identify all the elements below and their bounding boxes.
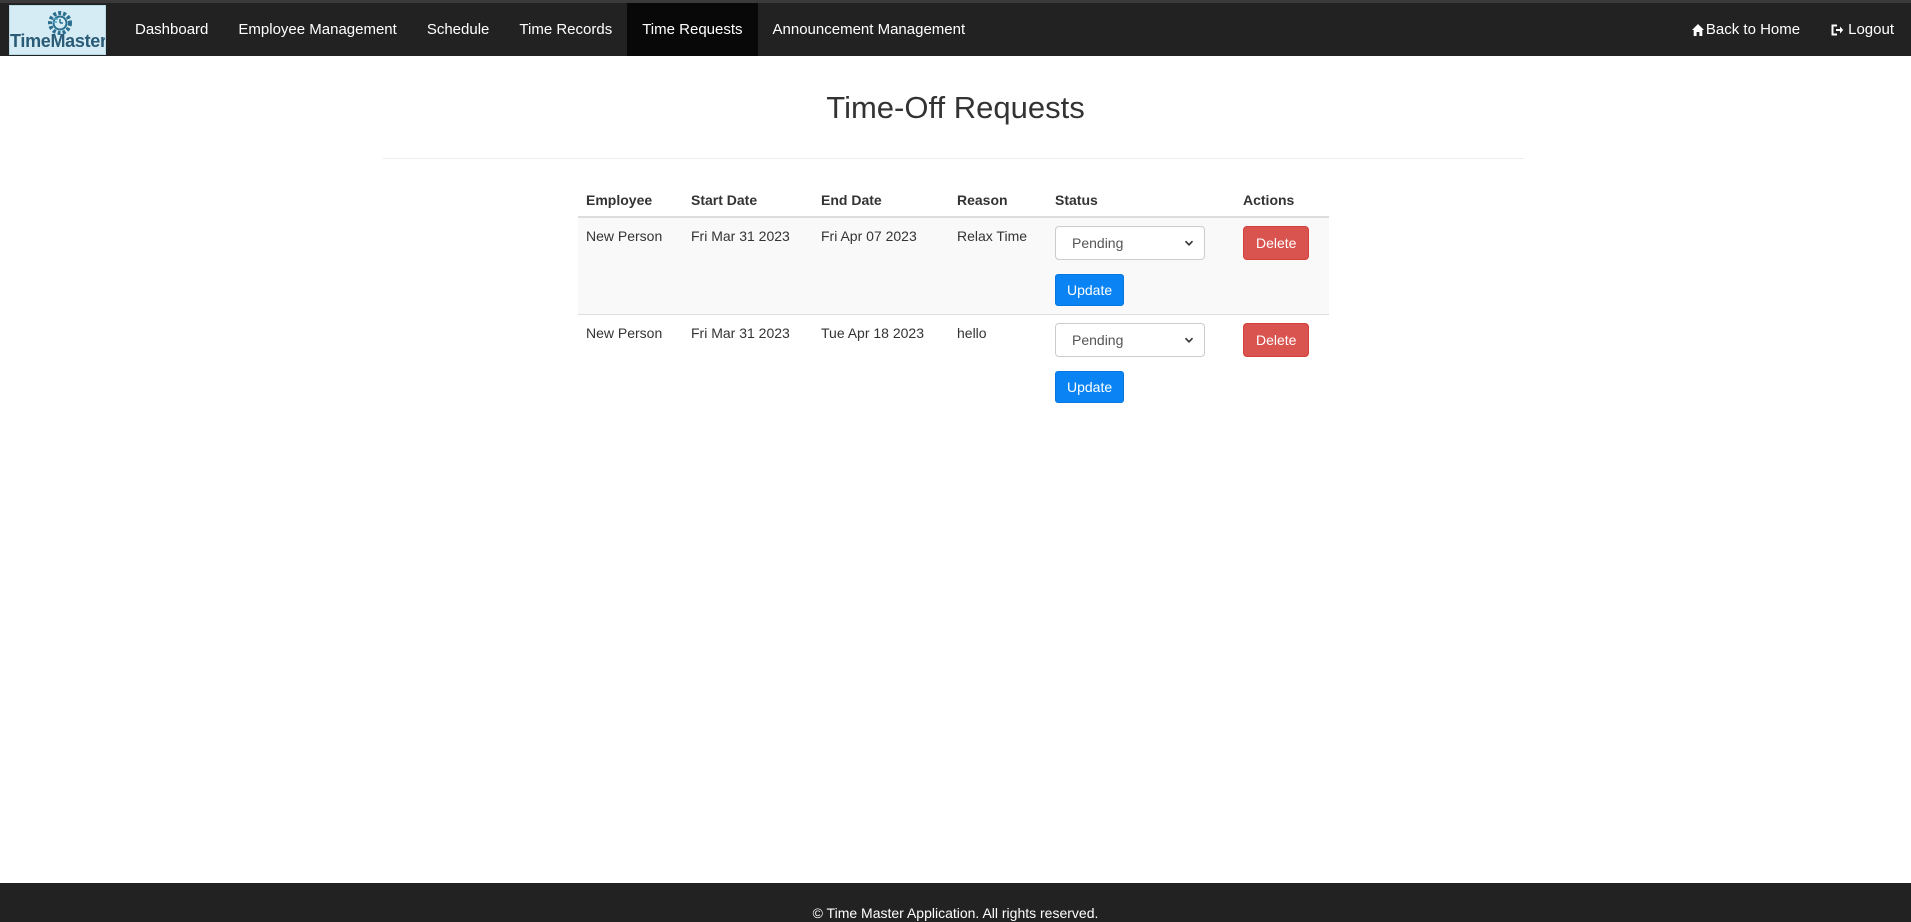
logout-label: Logout <box>1848 21 1894 38</box>
cell-reason: Relax Time <box>949 216 1047 315</box>
nav-time-records[interactable]: Time Records <box>504 3 627 56</box>
header-divider <box>383 158 1524 159</box>
top-navbar: TimeMaster Dashboard Employee Management… <box>0 0 1911 56</box>
cell-employee: New Person <box>578 314 683 411</box>
cell-actions: Delete <box>1235 216 1329 315</box>
status-select-value: Pending <box>1072 332 1124 348</box>
page-header: Time-Off Requests <box>0 90 1911 126</box>
column-header-reason: Reason <box>949 180 1047 218</box>
column-header-actions: Actions <box>1235 180 1329 218</box>
column-header-end-date: End Date <box>813 180 949 218</box>
footer: © Time Master Application. All rights re… <box>0 883 1911 922</box>
back-to-home-link[interactable]: Back to Home <box>1676 3 1815 56</box>
cell-end-date: Tue Apr 18 2023 <box>813 314 949 411</box>
status-select-value: Pending <box>1072 235 1124 251</box>
logout-link[interactable]: Logout <box>1815 3 1909 56</box>
nav-schedule[interactable]: Schedule <box>412 3 505 56</box>
column-header-start-date: Start Date <box>683 180 813 218</box>
logout-icon <box>1830 23 1844 37</box>
footer-copyright: © Time Master Application. All rights re… <box>812 905 1099 921</box>
home-icon <box>1691 23 1705 37</box>
cell-actions: Delete <box>1235 314 1329 411</box>
page-title: Time-Off Requests <box>826 90 1085 125</box>
user-nav: Back to Home Logout <box>1676 3 1911 56</box>
page: TimeMaster Dashboard Employee Management… <box>0 0 1911 922</box>
cell-status: Pending Update <box>1047 314 1235 411</box>
delete-button[interactable]: Delete <box>1243 323 1310 357</box>
table-row: New Person Fri Mar 31 2023 Fri Apr 07 20… <box>578 216 1329 315</box>
back-to-home-label: Back to Home <box>1705 21 1801 38</box>
delete-button[interactable]: Delete <box>1243 226 1310 260</box>
cell-start-date: Fri Mar 31 2023 <box>683 314 813 411</box>
nav-announcement-management[interactable]: Announcement Management <box>758 3 981 56</box>
nav-employee-management[interactable]: Employee Management <box>223 3 411 56</box>
chevron-down-icon <box>1184 240 1194 246</box>
column-header-employee: Employee <box>578 180 683 218</box>
status-select[interactable]: Pending <box>1055 323 1205 357</box>
status-select[interactable]: Pending <box>1055 226 1205 260</box>
cell-reason: hello <box>949 314 1047 411</box>
update-button[interactable]: Update <box>1055 274 1125 306</box>
main-nav: Dashboard Employee Management Schedule T… <box>120 3 980 56</box>
brand-text: TimeMaster <box>10 31 106 51</box>
table-header-row: Employee Start Date End Date Reason Stat… <box>578 180 1329 218</box>
nav-dashboard[interactable]: Dashboard <box>120 3 223 56</box>
nav-time-requests[interactable]: Time Requests <box>627 3 758 56</box>
chevron-down-icon <box>1184 337 1194 343</box>
brand-logo[interactable]: TimeMaster <box>9 5 106 55</box>
cell-end-date: Fri Apr 07 2023 <box>813 216 949 315</box>
time-off-requests-table: Employee Start Date End Date Reason Stat… <box>578 180 1329 411</box>
cell-status: Pending Update <box>1047 216 1235 315</box>
update-button[interactable]: Update <box>1055 371 1125 403</box>
cell-employee: New Person <box>578 216 683 315</box>
cell-start-date: Fri Mar 31 2023 <box>683 216 813 315</box>
table-row: New Person Fri Mar 31 2023 Tue Apr 18 20… <box>578 314 1329 411</box>
column-header-status: Status <box>1047 180 1235 218</box>
